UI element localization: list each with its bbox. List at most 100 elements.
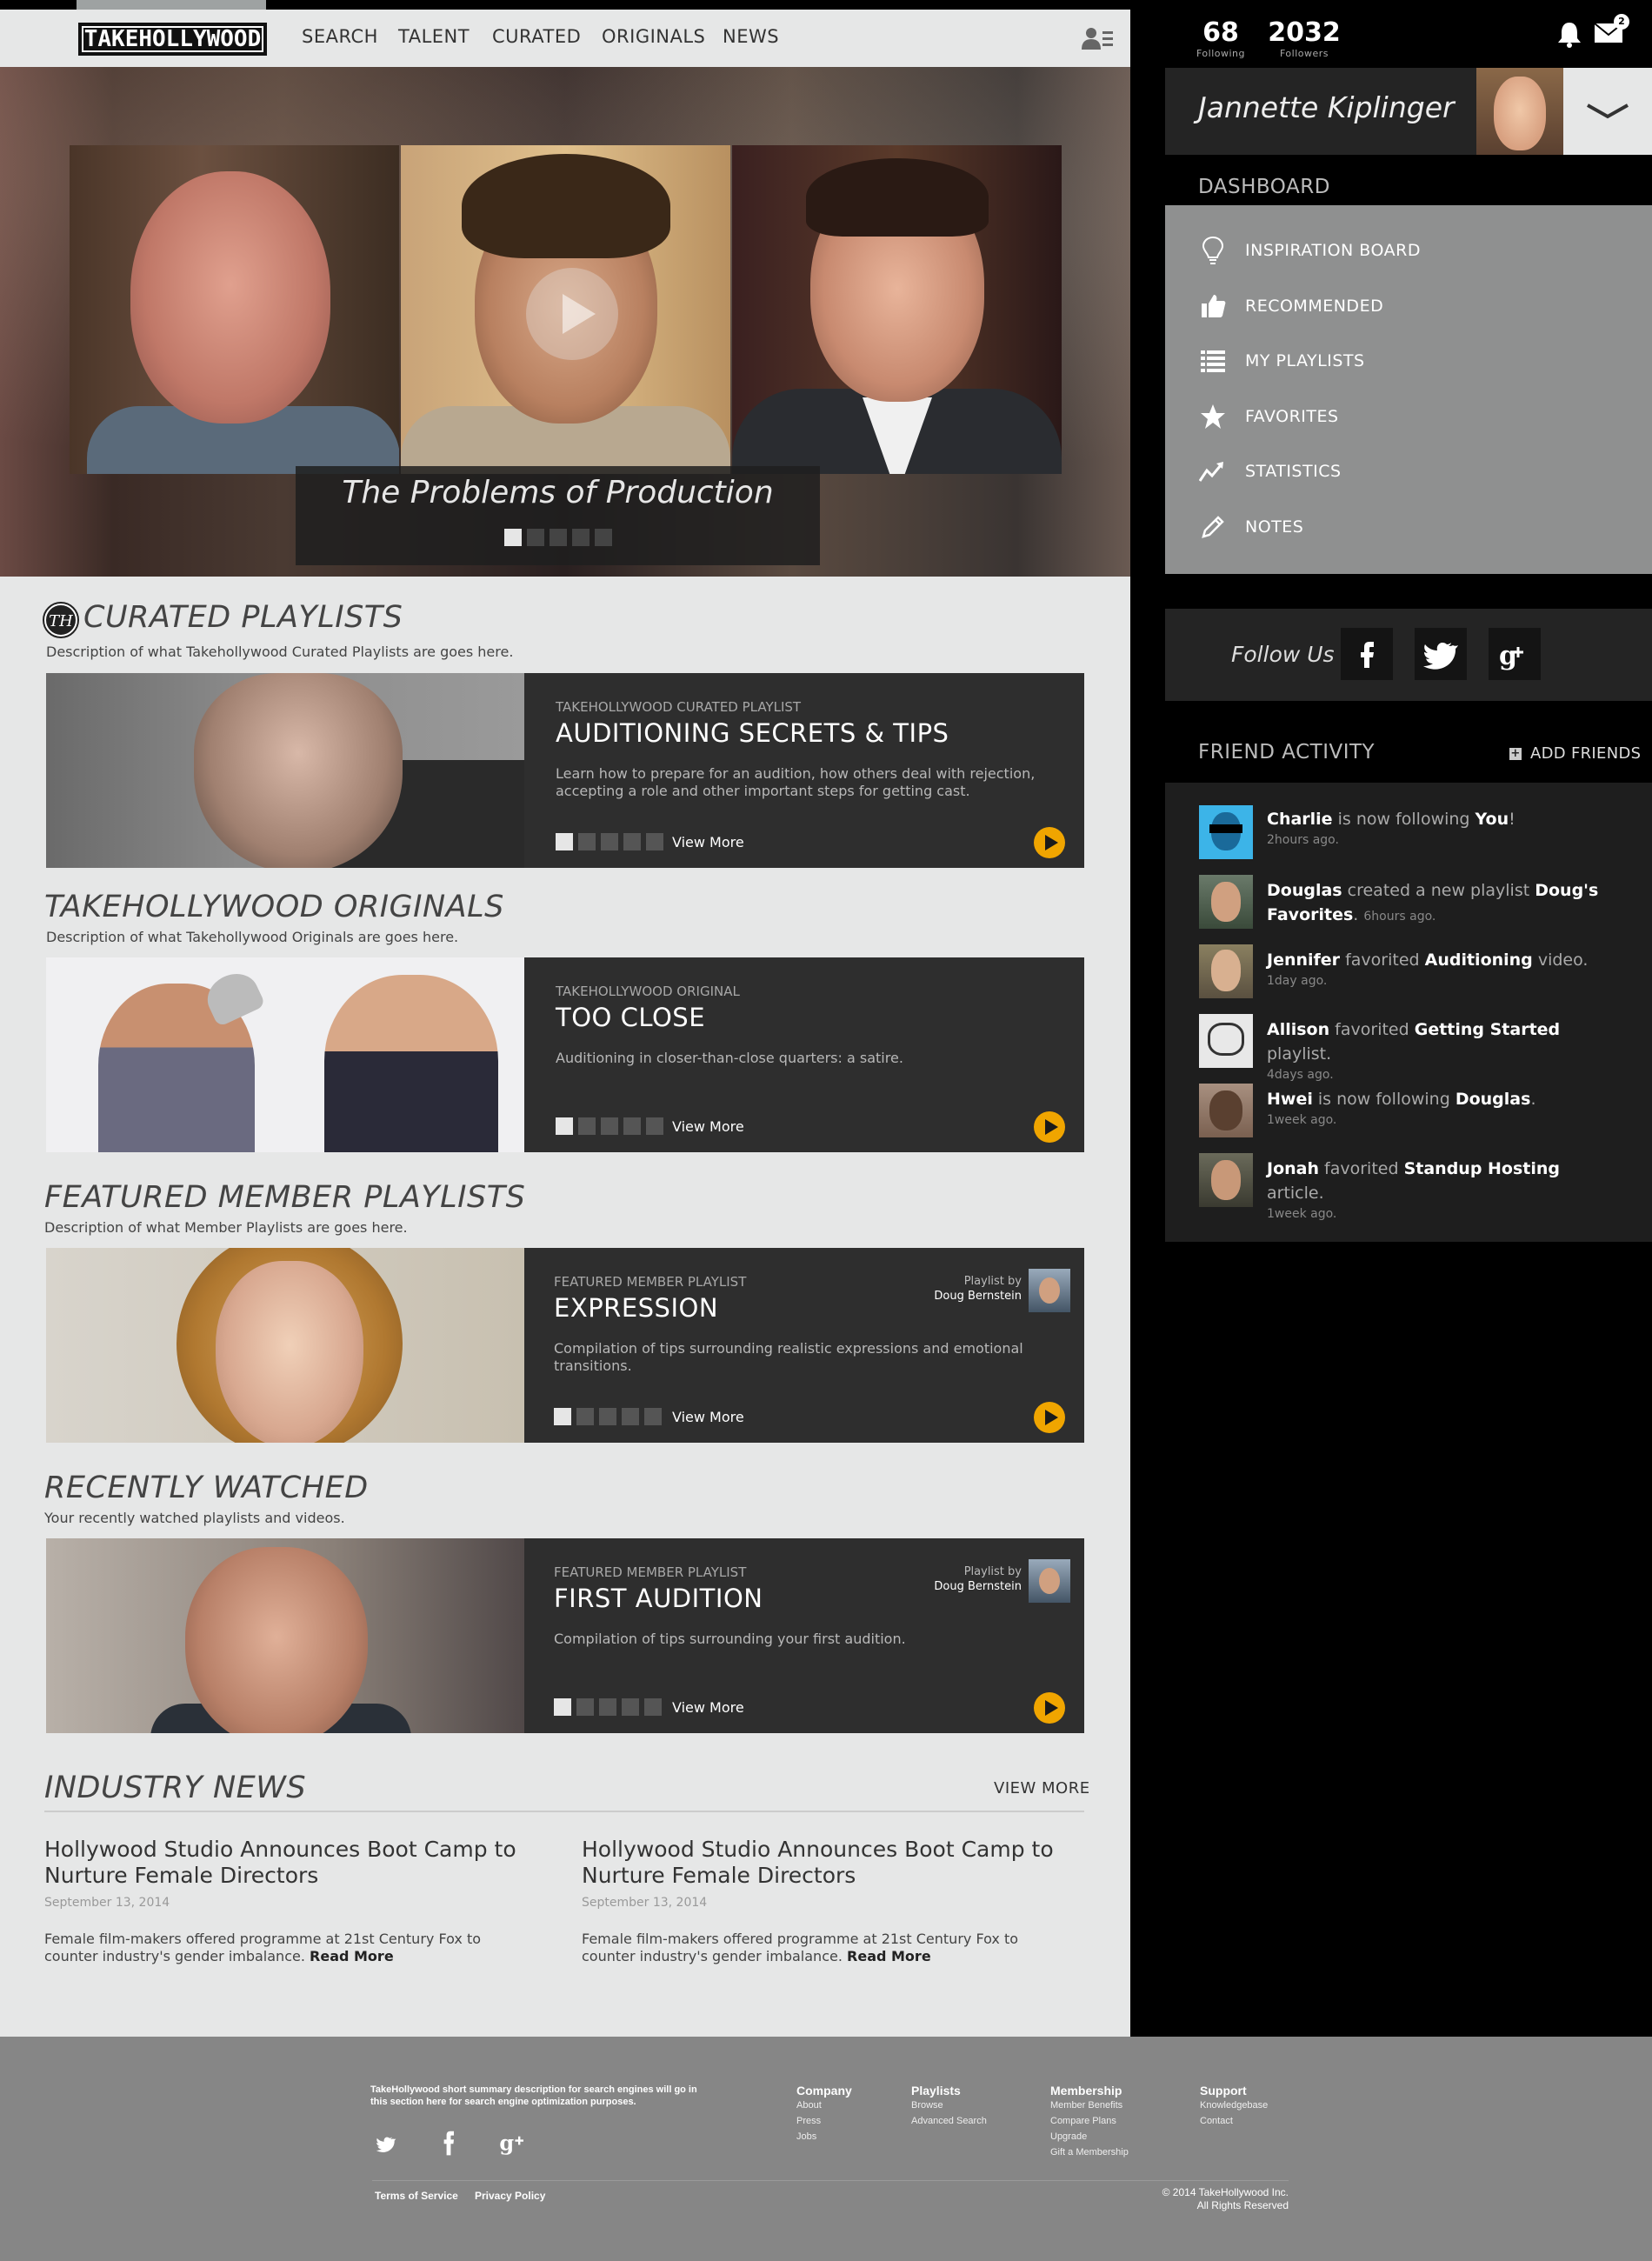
footer-link[interactable]: Member Benefits [1050,2098,1129,2113]
playlist-card-recent[interactable]: FEATURED MEMBER PLAYLIST FIRST AUDITION … [46,1538,1084,1733]
view-more-link[interactable]: View More [672,834,744,850]
card-dot[interactable] [622,1698,639,1716]
footer-link[interactable]: Compare Plans [1050,2113,1129,2129]
card-dot[interactable] [646,833,663,850]
news-title[interactable]: Hollywood Studio Announces Boot Camp to … [44,1837,549,1889]
card-dot[interactable] [644,1408,662,1425]
read-more-link[interactable]: Read More [847,1948,931,1964]
view-more-link[interactable]: View More [672,1409,744,1425]
playlist-card-originals[interactable]: TAKEHOLLYWOOD ORIGINAL TOO CLOSE Auditio… [46,957,1084,1152]
play-icon[interactable] [1034,1402,1065,1433]
avatar[interactable] [1029,1559,1070,1603]
hero-dot[interactable] [572,529,590,546]
avatar[interactable] [1029,1269,1070,1312]
dashboard-item-inspiration-board[interactable]: INSPIRATION BOARD [1198,233,1421,268]
nav-news[interactable]: NEWS [723,26,779,47]
footer-link[interactable]: Upgrade [1050,2129,1129,2144]
footer-link[interactable]: Press [796,2113,852,2129]
google-plus-icon[interactable]: g [496,2127,530,2158]
card-title[interactable]: AUDITIONING SECRETS & TIPS [556,718,949,748]
nav-search[interactable]: SEARCH [302,26,378,47]
nav-talent[interactable]: TALENT [398,26,470,47]
avatar[interactable] [1199,1014,1253,1068]
card-title[interactable]: TOO CLOSE [556,1003,705,1032]
hero-pagination[interactable] [504,529,612,546]
footer-link[interactable]: Browse [911,2098,987,2113]
view-more-link[interactable]: View More [672,1118,744,1135]
add-friends-button[interactable]: + ADD FRIENDS [1509,744,1641,763]
activity-object[interactable]: Getting Started [1415,1020,1560,1039]
card-pagination[interactable] [556,1117,663,1135]
play-icon[interactable] [1034,827,1065,858]
activity-object[interactable]: Standup Hosting [1404,1159,1560,1178]
activity-user[interactable]: Jonah [1267,1159,1319,1178]
profile-name[interactable]: Jannette Kiplinger [1198,90,1455,124]
avatar[interactable] [1476,68,1563,155]
card-title[interactable]: EXPRESSION [554,1293,718,1323]
card-pagination[interactable] [554,1408,662,1425]
playlist-card-curated[interactable]: TAKEHOLLYWOOD CURATED PLAYLIST AUDITIONI… [46,673,1084,868]
card-dot[interactable] [646,1117,663,1135]
dashboard-item-notes[interactable]: NOTES [1198,510,1303,544]
playlist-by-name[interactable]: Doug Bernstein [934,1579,1022,1594]
card-image[interactable] [46,673,524,868]
card-dot[interactable] [556,833,573,850]
news-view-more-link[interactable]: VIEW MORE [994,1779,1090,1797]
card-dot[interactable] [576,1408,594,1425]
nav-originals[interactable]: ORIGINALS [602,26,705,47]
activity-object[interactable]: You [1475,810,1509,829]
followers-count[interactable]: 2032 Followers [1268,17,1341,59]
card-title[interactable]: FIRST AUDITION [554,1584,763,1613]
avatar[interactable] [1199,875,1253,929]
activity-user[interactable]: Charlie [1267,810,1333,829]
twitter-icon[interactable] [370,2129,402,2158]
card-dot[interactable] [599,1698,616,1716]
read-more-link[interactable]: Read More [310,1948,394,1964]
facebook-icon[interactable] [433,2127,464,2158]
card-dot[interactable] [623,1117,641,1135]
dashboard-item-statistics[interactable]: STATISTICS [1198,454,1342,489]
user-menu-icon[interactable] [1082,26,1113,50]
card-dot[interactable] [554,1408,571,1425]
footer-link[interactable]: Jobs [796,2129,852,2144]
facebook-button[interactable] [1341,628,1393,680]
avatar[interactable] [1199,1153,1253,1207]
nav-curated[interactable]: CURATED [492,26,581,47]
card-dot[interactable] [576,1698,594,1716]
hero-play-icon[interactable] [526,268,618,360]
view-more-link[interactable]: View More [672,1699,744,1716]
hero-image-3[interactable] [732,145,1062,474]
card-pagination[interactable] [554,1698,662,1716]
twitter-button[interactable] [1415,628,1467,680]
card-image[interactable] [46,1248,524,1443]
playlist-by-name[interactable]: Doug Bernstein [934,1289,1022,1304]
card-image[interactable] [46,1538,524,1733]
footer-link[interactable]: Gift a Membership [1050,2144,1129,2160]
card-dot[interactable] [554,1698,571,1716]
card-dot[interactable] [601,1117,618,1135]
card-dot[interactable] [578,1117,596,1135]
footer-link[interactable]: Contact [1200,2113,1268,2129]
card-dot[interactable] [599,1408,616,1425]
playlist-card-featured[interactable]: FEATURED MEMBER PLAYLIST EXPRESSION Comp… [46,1248,1084,1443]
activity-object[interactable]: Auditioning [1425,950,1533,970]
card-dot[interactable] [556,1117,573,1135]
hero-dot[interactable] [595,529,612,546]
activity-user[interactable]: Allison [1267,1020,1329,1039]
avatar[interactable] [1199,944,1253,998]
play-icon[interactable] [1034,1692,1065,1724]
hero-dot[interactable] [550,529,567,546]
footer-link[interactable]: About [796,2098,852,2113]
activity-object[interactable]: Douglas [1455,1090,1531,1109]
card-dot[interactable] [578,833,596,850]
hero-carousel[interactable]: The Problems of Production [0,67,1130,577]
card-dot[interactable] [601,833,618,850]
card-dot[interactable] [623,833,641,850]
card-pagination[interactable] [556,833,663,850]
profile-dropdown-button[interactable] [1563,68,1652,155]
avatar[interactable] [1199,805,1253,859]
following-count[interactable]: 68 Following [1191,17,1250,59]
card-dot[interactable] [622,1408,639,1425]
news-title[interactable]: Hollywood Studio Announces Boot Camp to … [582,1837,1086,1889]
avatar[interactable] [1199,1084,1253,1137]
